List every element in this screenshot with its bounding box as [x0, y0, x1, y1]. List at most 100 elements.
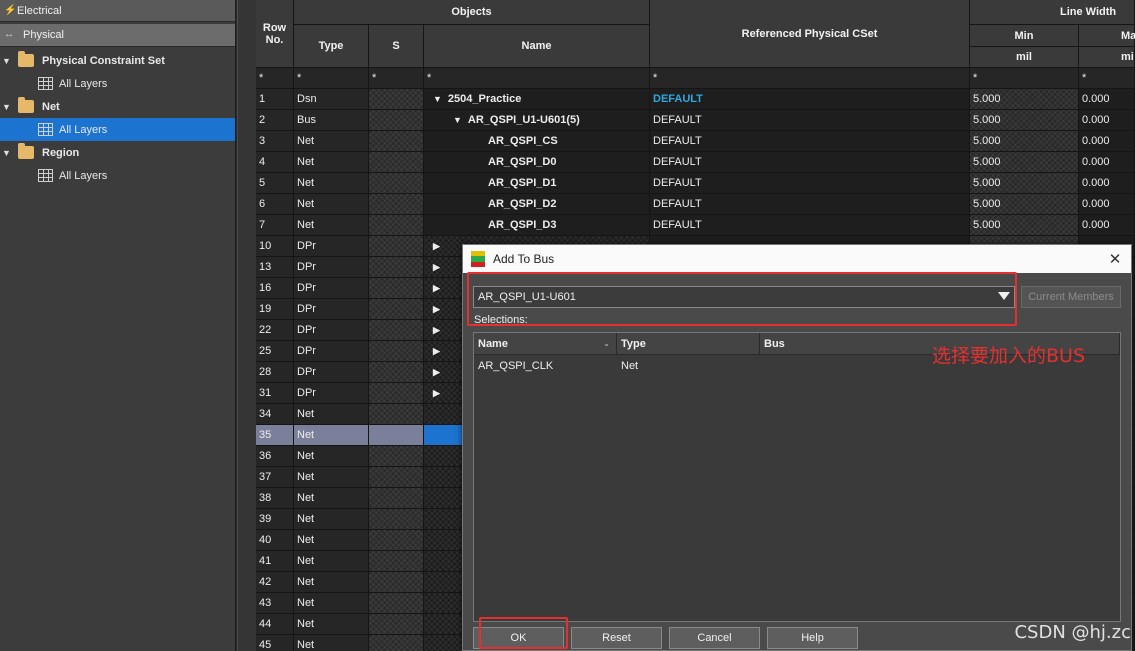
- current-members-button[interactable]: Current Members: [1021, 286, 1121, 308]
- bus-select[interactable]: AR_QSPI_U1-U601: [473, 286, 1015, 308]
- selections-list[interactable]: Name ⌄ Type Bus AR_QSPI_CLK Net: [473, 332, 1121, 622]
- cell-type[interactable]: Net: [294, 446, 369, 467]
- table-row[interactable]: 6 Net AR_QSPI_D2 DEFAULT 5.000 0.000: [256, 194, 1135, 215]
- cell-type[interactable]: Net: [294, 131, 369, 152]
- cell-type[interactable]: DPr: [294, 299, 369, 320]
- cell-row-no[interactable]: 19: [256, 299, 294, 320]
- triangle-down-icon[interactable]: ▼: [433, 94, 442, 104]
- cell-s[interactable]: [369, 467, 424, 488]
- col-name[interactable]: Name ⌄: [474, 333, 617, 354]
- cell-s[interactable]: [369, 299, 424, 320]
- col-type[interactable]: Type: [617, 333, 760, 354]
- panel-splitter[interactable]: [237, 0, 256, 651]
- cell-s[interactable]: [369, 341, 424, 362]
- cell-type[interactable]: Net: [294, 194, 369, 215]
- cell-max[interactable]: 0.000: [1079, 131, 1135, 152]
- cell-row-no[interactable]: 34: [256, 404, 294, 425]
- cell-row-no[interactable]: 36: [256, 446, 294, 467]
- cell-type[interactable]: Net: [294, 425, 369, 446]
- header-name[interactable]: Name: [424, 25, 650, 68]
- cell-s[interactable]: [369, 551, 424, 572]
- header-type[interactable]: Type: [294, 25, 369, 68]
- cell-ref-cset[interactable]: DEFAULT: [650, 215, 970, 236]
- cell-row-no[interactable]: 44: [256, 614, 294, 635]
- cell-type[interactable]: Net: [294, 530, 369, 551]
- triangle-down-icon[interactable]: ▼: [2, 148, 14, 158]
- cell-row-no[interactable]: 31: [256, 383, 294, 404]
- cell-row-no[interactable]: 35: [256, 425, 294, 446]
- header-s[interactable]: S: [369, 25, 424, 68]
- cell-s[interactable]: [369, 446, 424, 467]
- cell-type[interactable]: Net: [294, 404, 369, 425]
- cell-type[interactable]: Net: [294, 614, 369, 635]
- reset-button[interactable]: Reset: [571, 627, 662, 649]
- cell-s[interactable]: [369, 530, 424, 551]
- cell-s[interactable]: [369, 425, 424, 446]
- filter-cell[interactable]: *: [424, 68, 650, 89]
- help-button[interactable]: Help: [767, 627, 858, 649]
- cell-min[interactable]: 5.000: [970, 173, 1079, 194]
- cell-s[interactable]: [369, 404, 424, 425]
- tab-physical[interactable]: ↔ Physical: [0, 24, 235, 47]
- table-row[interactable]: 1 Dsn ▼ 2504_Practice DEFAULT 5.000 0.000: [256, 89, 1135, 110]
- filter-cell[interactable]: *: [970, 68, 1079, 89]
- cell-max[interactable]: 0.000: [1079, 173, 1135, 194]
- triangle-right-icon[interactable]: ▶: [433, 346, 440, 357]
- cell-type[interactable]: Dsn: [294, 89, 369, 110]
- cell-type[interactable]: Net: [294, 152, 369, 173]
- cell-min[interactable]: 5.000: [970, 152, 1079, 173]
- cell-row-no[interactable]: 5: [256, 173, 294, 194]
- triangle-right-icon[interactable]: ▶: [433, 367, 440, 378]
- cell-s[interactable]: [369, 194, 424, 215]
- close-icon[interactable]: ✕: [1107, 250, 1123, 268]
- cell-max[interactable]: 0.000: [1079, 194, 1135, 215]
- tree-child[interactable]: All Layers: [0, 118, 235, 141]
- cell-type[interactable]: Bus: [294, 110, 369, 131]
- cell-type[interactable]: Net: [294, 509, 369, 530]
- cell-s[interactable]: [369, 257, 424, 278]
- cell-type[interactable]: DPr: [294, 341, 369, 362]
- header-max[interactable]: Ma: [1079, 25, 1135, 47]
- cell-type[interactable]: Net: [294, 467, 369, 488]
- cell-row-no[interactable]: 43: [256, 593, 294, 614]
- cell-ref-cset[interactable]: DEFAULT: [650, 110, 970, 131]
- cell-min[interactable]: 5.000: [970, 215, 1079, 236]
- cell-s[interactable]: [369, 89, 424, 110]
- cell-row-no[interactable]: 6: [256, 194, 294, 215]
- cell-s[interactable]: [369, 488, 424, 509]
- cell-row-no[interactable]: 1: [256, 89, 294, 110]
- cell-row-no[interactable]: 7: [256, 215, 294, 236]
- cell-name[interactable]: AR_QSPI_D2: [424, 194, 650, 215]
- cell-s[interactable]: [369, 635, 424, 651]
- cell-type[interactable]: Net: [294, 173, 369, 194]
- cell-type[interactable]: Net: [294, 593, 369, 614]
- cell-max[interactable]: 0.000: [1079, 89, 1135, 110]
- tree-node[interactable]: ▼ Region: [0, 141, 235, 164]
- dialog-titlebar[interactable]: Add To Bus ✕: [463, 245, 1131, 273]
- cell-s[interactable]: [369, 320, 424, 341]
- ok-button[interactable]: OK: [473, 627, 564, 649]
- cell-row-no[interactable]: 3: [256, 131, 294, 152]
- cell-type[interactable]: DPr: [294, 236, 369, 257]
- filter-cell[interactable]: *: [369, 68, 424, 89]
- cell-s[interactable]: [369, 110, 424, 131]
- cell-ref-cset[interactable]: DEFAULT: [650, 194, 970, 215]
- cell-row-no[interactable]: 10: [256, 236, 294, 257]
- cell-min[interactable]: 5.000: [970, 131, 1079, 152]
- tab-electrical[interactable]: ⚡ Electrical: [0, 0, 235, 22]
- cell-name[interactable]: AR_QSPI_D0: [424, 152, 650, 173]
- cell-ref-cset[interactable]: DEFAULT: [650, 89, 970, 110]
- cell-type[interactable]: DPr: [294, 383, 369, 404]
- cell-max[interactable]: 0.000: [1079, 152, 1135, 173]
- table-row[interactable]: 4 Net AR_QSPI_D0 DEFAULT 5.000 0.000: [256, 152, 1135, 173]
- cell-s[interactable]: [369, 383, 424, 404]
- cell-s[interactable]: [369, 173, 424, 194]
- cell-s[interactable]: [369, 131, 424, 152]
- table-row[interactable]: 7 Net AR_QSPI_D3 DEFAULT 5.000 0.000: [256, 215, 1135, 236]
- cell-type[interactable]: Net: [294, 215, 369, 236]
- cell-s[interactable]: [369, 278, 424, 299]
- cell-min[interactable]: 5.000: [970, 194, 1079, 215]
- cell-row-no[interactable]: 25: [256, 341, 294, 362]
- cell-row-no[interactable]: 22: [256, 320, 294, 341]
- cell-row-no[interactable]: 37: [256, 467, 294, 488]
